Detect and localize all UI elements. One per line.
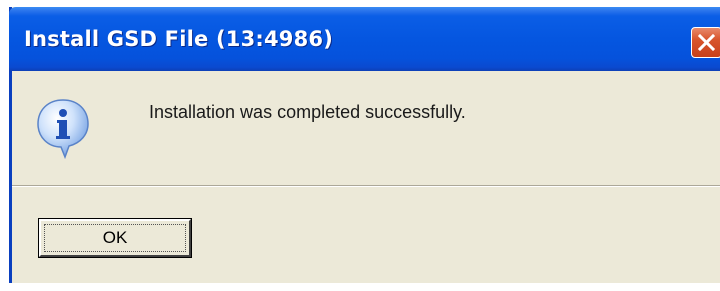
dialog-window: Install GSD File (13:4986) Installation … — [9, 7, 720, 283]
dialog-content: Installation was completed successfully.… — [12, 71, 720, 283]
message-text: Installation was completed successfully. — [149, 102, 466, 122]
info-icon — [37, 99, 89, 160]
close-button[interactable] — [691, 27, 720, 58]
dialog-title: Install GSD File (13:4986) — [24, 27, 334, 51]
separator — [12, 185, 720, 187]
close-icon — [698, 34, 715, 51]
ok-button[interactable]: OK — [38, 218, 192, 258]
title-bar[interactable]: Install GSD File (13:4986) — [9, 7, 720, 71]
